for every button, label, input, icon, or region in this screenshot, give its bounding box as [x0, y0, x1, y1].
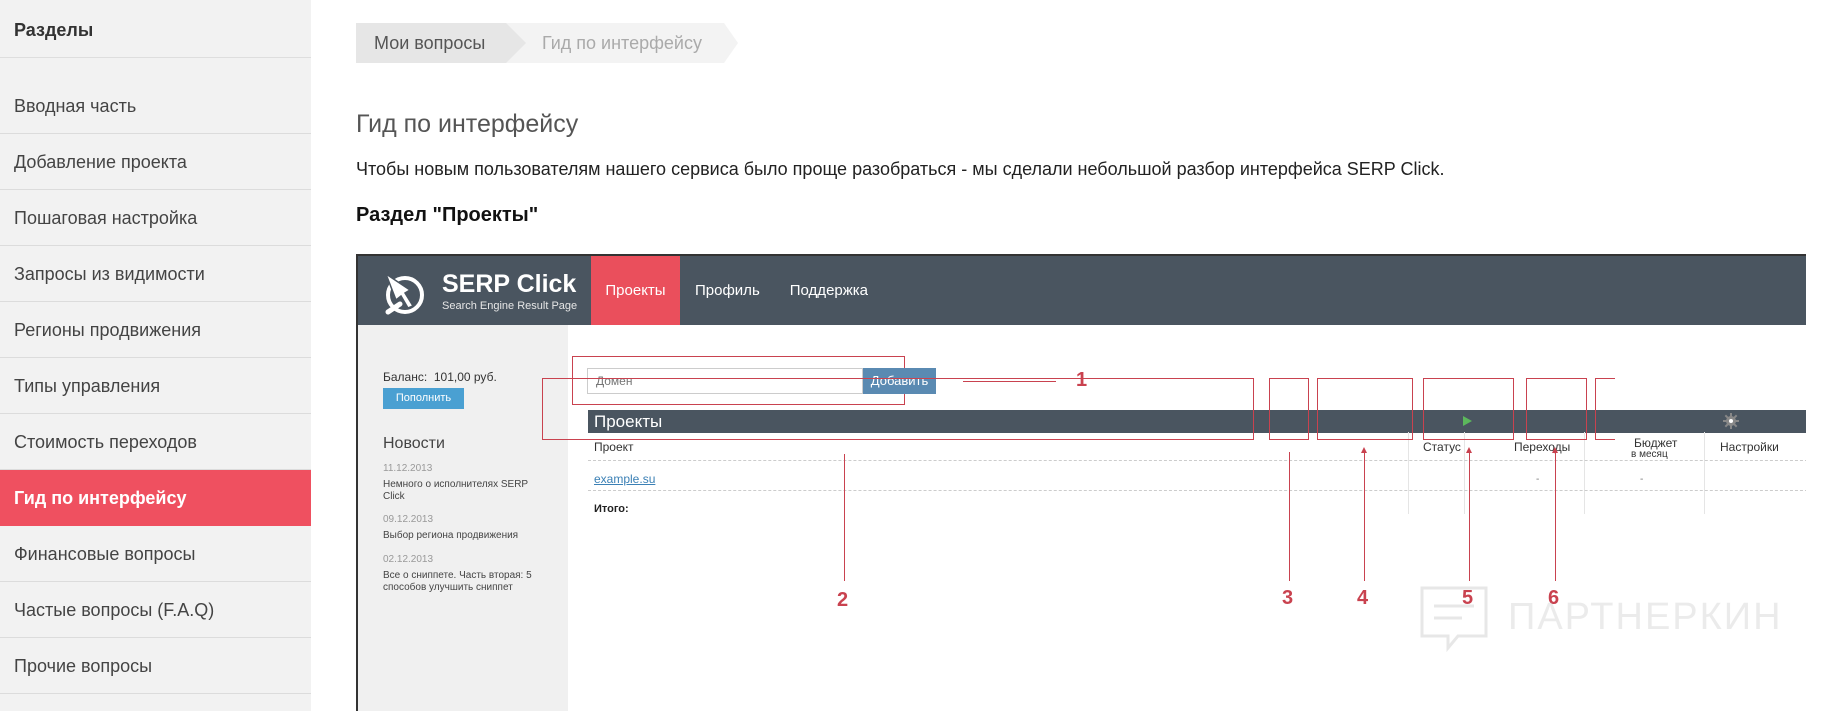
- sidebar-title: Разделы: [0, 0, 311, 58]
- watermark-logo-icon: [1420, 586, 1488, 653]
- sidebar-item-transition-cost[interactable]: Стоимость переходов: [0, 414, 311, 470]
- callout-line-6: [1555, 452, 1556, 581]
- news-item: 09.12.2013 Выбор региона продвижения: [383, 514, 543, 542]
- section-title: Раздел "Проекты": [356, 204, 539, 226]
- sidebar-item-step-setup[interactable]: Пошаговая настройка: [0, 190, 311, 246]
- column-divider: [1464, 432, 1465, 514]
- status-column-highlight: [1269, 378, 1309, 440]
- transitions-value: -: [1536, 474, 1540, 485]
- sidebar-item-add-project[interactable]: Добавление проекта: [0, 134, 311, 190]
- gear-icon[interactable]: [1723, 413, 1739, 429]
- sidebar-item-other[interactable]: Прочие вопросы: [0, 638, 311, 694]
- app-header: SERP Click Search Engine Result Page Про…: [358, 256, 1806, 325]
- sidebar-nav: Вводная часть Добавление проекта Пошагов…: [0, 78, 311, 694]
- balance-value: 101,00 руб.: [433, 370, 497, 384]
- app-nav: Проекты Профиль Поддержка: [591, 256, 883, 325]
- callout-number-3: 3: [1282, 587, 1294, 609]
- app-left-panel: Баланс: 101,00 руб. Пополнить Новости 11…: [358, 325, 568, 711]
- serp-click-logo-icon: [384, 272, 424, 315]
- breadcrumb: Мои вопросы Гид по интерфейсу: [356, 23, 738, 63]
- news-title: Новости: [383, 435, 445, 452]
- app-nav-support[interactable]: Поддержка: [775, 256, 883, 325]
- column-header-project: Проект: [594, 440, 634, 454]
- balance: Баланс: 101,00 руб.: [383, 370, 497, 384]
- budget-value: -: [1640, 474, 1644, 485]
- sidebar-item-control-types[interactable]: Типы управления: [0, 358, 311, 414]
- arrow-up-icon: [1361, 447, 1367, 453]
- app-nav-projects[interactable]: Проекты: [591, 256, 680, 325]
- arrow-up-icon: [1466, 447, 1472, 453]
- news-item: 02.12.2013 Все о сниппете. Часть вторая:…: [383, 554, 543, 594]
- callout-line-3: [1289, 452, 1290, 581]
- column-header-transitions: Переходы: [1514, 440, 1571, 454]
- news-link[interactable]: Немного о исполнителях SERP Click: [383, 479, 543, 503]
- news-date: 09.12.2013: [383, 514, 434, 525]
- column-header-status: Статус: [1423, 440, 1461, 454]
- intro-text: Чтобы новым пользователям нашего сервиса…: [356, 159, 1445, 179]
- total-label: Итого:: [594, 503, 629, 515]
- logo-title: SERP Click: [442, 270, 577, 298]
- column-divider: [1704, 432, 1705, 514]
- column-divider: [1584, 432, 1585, 514]
- news-item: 11.12.2013 Немного о исполнителях SERP C…: [383, 463, 543, 503]
- arrow-up-icon: [1552, 447, 1558, 453]
- sidebar: Разделы Вводная часть Добавление проекта…: [0, 0, 311, 711]
- callout-line-5: [1469, 452, 1470, 581]
- breadcrumb-my-questions[interactable]: Мои вопросы: [356, 23, 526, 63]
- row-divider: [588, 460, 1806, 461]
- logo-subtitle: Search Engine Result Page: [442, 300, 578, 312]
- watermark-text: ПАРТНЕРКИН: [1508, 596, 1783, 638]
- callout-line-4: [1364, 452, 1365, 581]
- sidebar-item-intro[interactable]: Вводная часть: [0, 78, 311, 134]
- extra-column-highlight: [1595, 378, 1615, 440]
- column-header-budget: Бюджет: [1634, 436, 1678, 450]
- sidebar-item-visibility-queries[interactable]: Запросы из видимости: [0, 246, 311, 302]
- balance-label: Баланс:: [383, 370, 428, 384]
- main-content: Мои вопросы Гид по интерфейсу Гид по инт…: [356, 0, 1823, 711]
- transitions-column-highlight: [1317, 378, 1413, 440]
- callout-number-2: 2: [837, 589, 849, 611]
- news-link[interactable]: Все о сниппете. Часть вторая: 5 способов…: [383, 570, 543, 594]
- budget-column-highlight: [1423, 378, 1514, 440]
- watermark: ПАРТНЕРКИН: [1418, 584, 1823, 654]
- sidebar-item-regions[interactable]: Регионы продвижения: [0, 302, 311, 358]
- news-date: 02.12.2013: [383, 554, 434, 565]
- callout-number-4: 4: [1357, 587, 1369, 609]
- sidebar-item-finance[interactable]: Финансовые вопросы: [0, 526, 311, 582]
- callout-line-2: [844, 454, 845, 581]
- news-link[interactable]: Выбор региона продвижения: [383, 530, 543, 542]
- project-column-highlight: [542, 378, 1254, 440]
- app-nav-profile[interactable]: Профиль: [680, 256, 775, 325]
- column-header-settings: Настройки: [1720, 440, 1779, 454]
- topup-button[interactable]: Пополнить: [383, 388, 464, 409]
- column-header-budget-sub: в месяц: [1631, 449, 1668, 460]
- page-title: Гид по интерфейсу: [356, 110, 579, 138]
- project-link[interactable]: example.su: [594, 472, 655, 486]
- column-divider: [1408, 432, 1409, 514]
- news-date: 11.12.2013: [383, 463, 433, 474]
- row-divider: [588, 490, 1806, 491]
- sidebar-item-interface-guide[interactable]: Гид по интерфейсу: [0, 470, 311, 526]
- breadcrumb-current: Гид по интерфейсу: [506, 23, 738, 63]
- sidebar-item-faq[interactable]: Частые вопросы (F.A.Q): [0, 582, 311, 638]
- settings-column-highlight: [1526, 378, 1587, 440]
